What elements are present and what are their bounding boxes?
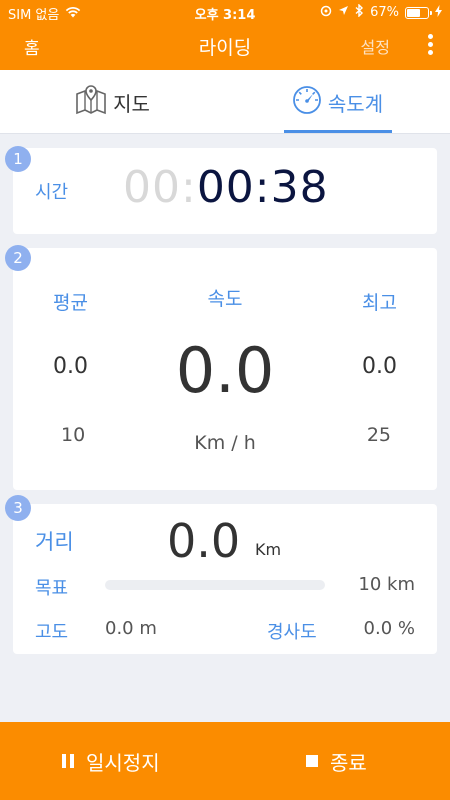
- stop-icon: [306, 755, 318, 767]
- elapsed-time: 00:00:38: [123, 162, 329, 213]
- settings-button[interactable]: 설정: [361, 34, 390, 58]
- distance-card: 거리 0.0 Km 목표 10 km 고도 0.0 m 경사도 0.0 %: [13, 504, 437, 654]
- speed-card: 평균 속도 최고 0.0 0.0 0.0 10 Km / h 25: [13, 248, 437, 490]
- pause-button[interactable]: 일시정지: [62, 722, 160, 800]
- goal-progress-bar: [105, 580, 325, 590]
- distance-value: 0.0: [167, 514, 241, 568]
- location-lock-icon: [320, 5, 332, 21]
- elapsed-minutes-seconds: 00:38: [196, 162, 329, 213]
- altitude-value: 0.0 m: [105, 618, 157, 639]
- time-label: 시간: [35, 182, 69, 203]
- tab-bar: 지도 속도계: [0, 70, 450, 134]
- max-speed-value: 0.0: [362, 354, 397, 379]
- pause-icon: [62, 754, 74, 768]
- distance-label: 거리: [35, 530, 74, 554]
- goal-label: 목표: [35, 578, 69, 599]
- section-badge-1: 1: [5, 146, 31, 172]
- navbar: 홈 라이딩 설정: [0, 24, 450, 70]
- speedometer-icon: [292, 85, 322, 120]
- stop-label: 종료: [330, 750, 367, 775]
- elapsed-hours: 00:: [123, 162, 197, 213]
- battery-percent: 67%: [370, 5, 399, 20]
- grade-label: 경사도: [267, 622, 317, 643]
- map-icon: [75, 84, 107, 120]
- header: SIM 없음 오후 3:14 67% 홈 라이딩 설정: [0, 0, 450, 70]
- active-tab-indicator: [284, 130, 392, 133]
- section-badge-3: 3: [5, 495, 31, 521]
- time-card: 시간 00:00:38: [13, 148, 437, 234]
- tab-map[interactable]: 지도: [0, 70, 225, 134]
- max-limit-value: 25: [366, 424, 391, 446]
- grade-value: 0.0 %: [363, 618, 415, 639]
- status-bar: SIM 없음 오후 3:14 67%: [0, 0, 450, 24]
- tab-speedometer[interactable]: 속도계: [225, 70, 450, 134]
- altitude-label: 고도: [35, 622, 69, 643]
- pause-label: 일시정지: [86, 750, 160, 775]
- max-label: 최고: [362, 292, 397, 314]
- location-arrow-icon: [338, 5, 349, 20]
- tab-map-label: 지도: [113, 91, 150, 116]
- section-badge-2: 2: [5, 245, 31, 271]
- tab-speedometer-label: 속도계: [327, 91, 384, 116]
- charging-icon: [435, 4, 442, 21]
- distance-unit: Km: [255, 540, 282, 559]
- stop-button[interactable]: 종료: [306, 722, 367, 800]
- bottom-bar: 일시정지 종료: [0, 722, 450, 800]
- battery-icon: [405, 6, 432, 19]
- goal-value: 10 km: [358, 574, 415, 595]
- bluetooth-icon: [355, 3, 364, 21]
- more-menu-icon[interactable]: [426, 34, 434, 58]
